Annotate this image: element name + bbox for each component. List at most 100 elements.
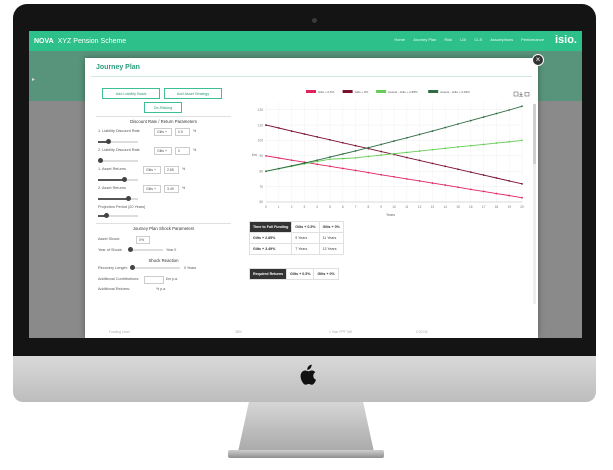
x-tick-label: 14 bbox=[443, 205, 447, 209]
slider-handle[interactable] bbox=[98, 158, 103, 163]
x-tick-label: 1 bbox=[278, 205, 280, 209]
table-row: Gilts + 3.49% 7 Years 13 Years bbox=[248, 243, 344, 255]
brand-name[interactable]: NOVA bbox=[29, 38, 54, 45]
shock-parameters-title: Journey Plan Shock Parameters bbox=[132, 226, 195, 231]
x-tick-label: 5 bbox=[329, 205, 331, 209]
data-point bbox=[316, 163, 319, 166]
data-point bbox=[329, 156, 331, 158]
required-returns-table: Required Returns Gilts + 0.5% Gilts + 0% bbox=[248, 268, 339, 280]
x-tick-label: 7 bbox=[355, 205, 357, 209]
scrollbar-thumb[interactable] bbox=[533, 104, 536, 164]
contributions-unit: £m p.a. bbox=[166, 277, 178, 281]
add-asset-strategy-button[interactable]: Add Asset Strategy bbox=[164, 88, 222, 99]
legend-swatch bbox=[342, 90, 353, 93]
table-cell: Gilts + 2.85% bbox=[248, 232, 293, 244]
data-point bbox=[444, 184, 447, 186]
data-point bbox=[469, 188, 472, 191]
data-point bbox=[380, 143, 383, 146]
nav-performance[interactable]: Performance bbox=[521, 37, 544, 42]
row-label: 2. Liability Discount Rate bbox=[98, 148, 140, 152]
data-point bbox=[521, 139, 523, 142]
data-point bbox=[495, 192, 498, 195]
data-point bbox=[290, 164, 293, 167]
data-point bbox=[469, 119, 472, 122]
legend-swatch bbox=[428, 90, 439, 93]
data-point bbox=[495, 142, 498, 144]
y-axis-ticks: 120 110 100 90 80 70 60 bbox=[258, 108, 264, 204]
data-point bbox=[405, 156, 408, 159]
monitor-stand bbox=[238, 402, 374, 452]
data-point bbox=[303, 133, 306, 135]
slider-handle[interactable] bbox=[126, 196, 131, 201]
contributions-input[interactable] bbox=[144, 276, 164, 284]
data-point bbox=[303, 162, 306, 164]
data-point bbox=[367, 146, 370, 149]
x-tick-label: 2 bbox=[291, 205, 293, 209]
basis-select[interactable]: Gilts + bbox=[143, 185, 161, 193]
basis-select[interactable]: Gilts + bbox=[154, 147, 172, 155]
asset-shock-input[interactable]: 0% bbox=[136, 236, 150, 244]
slider-track bbox=[98, 160, 138, 162]
rate-input[interactable]: 0.5 bbox=[175, 128, 190, 136]
results-panel: Gilts + 0.5% Gilts + 0% Assets - Gilts + 2… bbox=[246, 84, 536, 338]
data-point bbox=[418, 133, 421, 136]
contributions-label: Additional Contributions: bbox=[98, 277, 140, 281]
x-tick-label: 11 bbox=[405, 205, 409, 209]
x-tick-label: 6 bbox=[342, 205, 344, 209]
recovery-slider-handle[interactable] bbox=[130, 265, 135, 270]
data-point bbox=[380, 150, 383, 153]
legend-label: Assets - Gilts + 2.85% bbox=[388, 90, 418, 94]
slider-track bbox=[130, 267, 180, 269]
y-axis-label: £m bbox=[252, 153, 257, 157]
x-tick-label: 4 bbox=[316, 205, 318, 209]
data-point bbox=[277, 127, 280, 129]
year-shock-slider-handle[interactable] bbox=[128, 247, 133, 252]
data-point bbox=[521, 182, 523, 185]
nav-cls[interactable]: CLS bbox=[474, 37, 482, 42]
de-risking-button[interactable]: De-Risking bbox=[144, 102, 182, 113]
slider-handle[interactable] bbox=[122, 177, 127, 182]
y-tick-label: 80 bbox=[259, 169, 263, 173]
x-tick-label: 15 bbox=[456, 205, 460, 209]
menu-icon bbox=[513, 91, 519, 97]
x-tick-label: 20 bbox=[520, 205, 524, 209]
app-screen: NOVA XYZ Pension Scheme Home Journey Pla… bbox=[29, 31, 582, 338]
slider-handle[interactable] bbox=[106, 139, 111, 144]
close-button[interactable]: × bbox=[532, 54, 544, 66]
rate-input[interactable]: 2.85 bbox=[164, 166, 179, 174]
data-point bbox=[290, 159, 293, 162]
data-point bbox=[495, 112, 498, 115]
sidebar-toggle-icon[interactable]: ▸ bbox=[32, 76, 35, 83]
recovery-value: 0 Years bbox=[184, 266, 196, 270]
x-tick-label: 19 bbox=[507, 205, 511, 209]
data-point bbox=[482, 174, 485, 176]
table-cell: 9 Years bbox=[291, 232, 320, 244]
nav-assumptions[interactable]: Assumptions bbox=[490, 37, 513, 42]
data-point bbox=[457, 123, 459, 125]
y-tick-label: 100 bbox=[258, 139, 264, 143]
basis-select[interactable]: Gilts + bbox=[154, 128, 172, 136]
table-cell: 7 Years bbox=[291, 243, 320, 255]
data-point bbox=[341, 157, 344, 160]
data-point bbox=[290, 130, 293, 132]
nav-home[interactable]: Home bbox=[394, 37, 405, 42]
data-point bbox=[405, 178, 408, 180]
unit-label: % bbox=[182, 186, 186, 190]
data-point bbox=[329, 138, 331, 141]
nav-ldi[interactable]: LDI bbox=[460, 37, 466, 42]
imac-mockup: NOVA XYZ Pension Scheme Home Journey Pla… bbox=[0, 0, 613, 470]
x-tick-label: 17 bbox=[482, 205, 486, 209]
x-tick-label: 13 bbox=[431, 205, 435, 209]
projection-slider-handle[interactable] bbox=[104, 213, 109, 218]
data-point bbox=[316, 159, 319, 162]
nav-journey-plan[interactable]: Journey Plan bbox=[413, 37, 436, 42]
basis-select[interactable]: Gilts + bbox=[143, 166, 161, 174]
data-point bbox=[508, 194, 511, 197]
rate-input[interactable]: 3.49 bbox=[164, 185, 179, 193]
nav-risk[interactable]: Risk bbox=[444, 37, 452, 42]
add-liability-basis-button[interactable]: Add Liability Basis bbox=[102, 88, 160, 99]
data-point bbox=[469, 144, 472, 147]
rate-input[interactable]: 0 bbox=[175, 147, 190, 155]
legend-label: Gilts + 0% bbox=[355, 90, 369, 94]
row-label: 1. Liability Discount Rate bbox=[98, 129, 140, 133]
